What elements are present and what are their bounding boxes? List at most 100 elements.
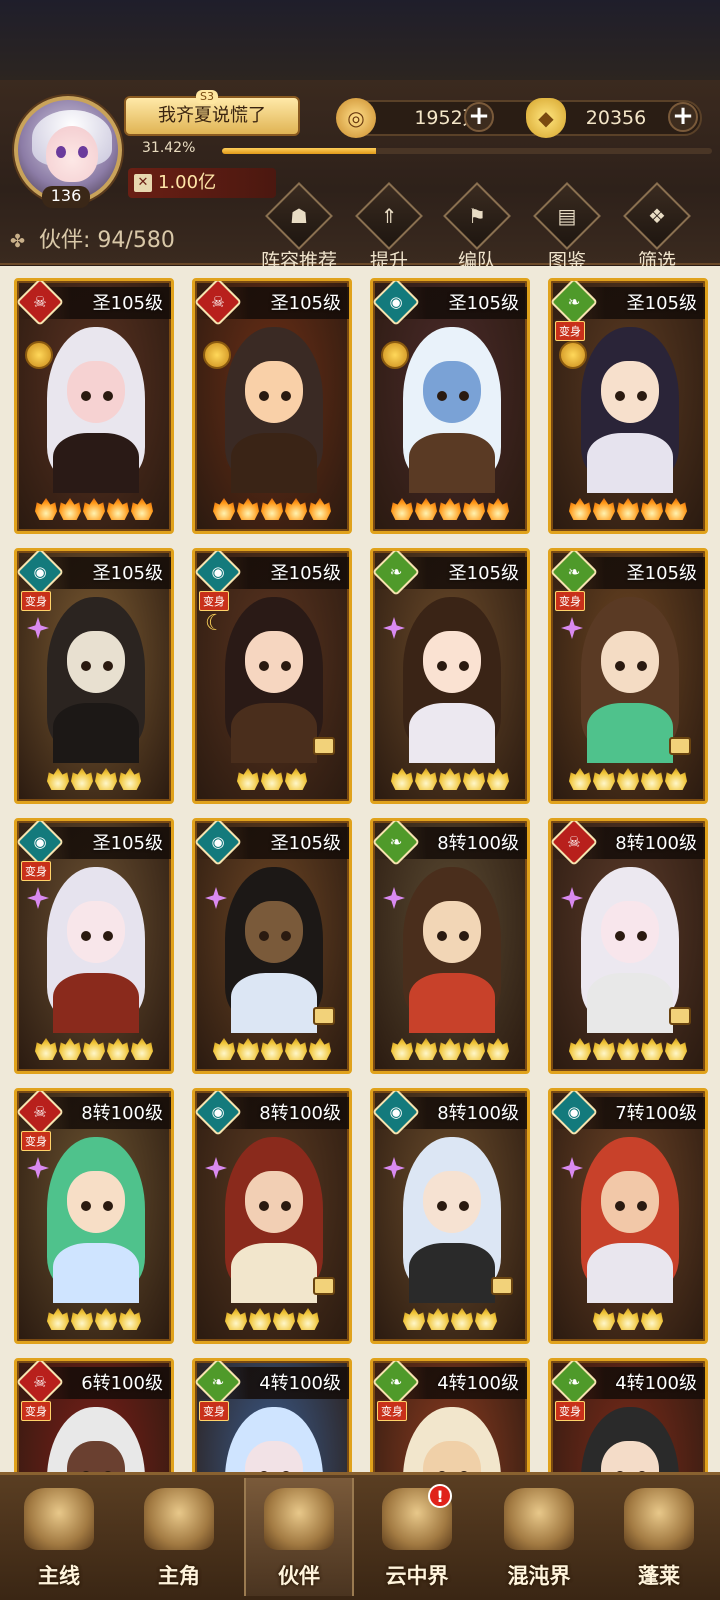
nav-tab-1[interactable]: 主线 (4, 1478, 114, 1596)
flame-icon (95, 1308, 117, 1330)
star-rank-flames (551, 498, 705, 525)
flame-icon (285, 768, 307, 790)
hero-card[interactable]: 8转100级 ❧ (370, 818, 530, 1074)
hero-card[interactable]: 8转100级 ☠ (548, 818, 708, 1074)
coin-icon: ◎ (336, 98, 376, 138)
partners-icon: ✤ (10, 231, 26, 252)
nav-tab-3[interactable]: 伙伴 (244, 1478, 354, 1596)
flame-icon (131, 1038, 153, 1060)
sparkle-star-icon (27, 1157, 49, 1179)
nav-tab-label: 主角 (158, 1564, 200, 1588)
add-coins-button[interactable]: + (464, 102, 494, 132)
flame-icon (569, 498, 591, 520)
flame-icon (487, 1038, 509, 1060)
flame-icon (427, 1308, 449, 1330)
flame-icon (439, 498, 461, 520)
gold-ingot-icon: ◆ (526, 98, 566, 138)
hero-level: 圣105级 (92, 293, 163, 314)
hero-card[interactable]: 圣105级 ❧ 变身 (548, 278, 708, 534)
star-rank-flames (373, 498, 527, 525)
flame-icon (309, 498, 331, 520)
hero-card[interactable]: 圣105级 ☠ (192, 278, 352, 534)
toolbar-button-1[interactable]: ☗ 阵容推荐 (254, 182, 344, 272)
star-rank-flames (17, 1038, 171, 1065)
hero-card[interactable]: 7转100级 ◉ (548, 1088, 708, 1344)
hero-portrait (47, 1137, 145, 1303)
nav-tab-4[interactable]: 云中界! (362, 1478, 472, 1596)
toolbar-button-2[interactable]: ⇑ 提升 (344, 182, 434, 272)
flame-icon (249, 1308, 271, 1330)
ingot-amount: 20356 (585, 107, 647, 129)
exp-percent: 31.42% (142, 140, 196, 156)
season-tag: S3 (196, 90, 218, 104)
sparkle-star-icon (205, 1157, 227, 1179)
hero-portrait (225, 1407, 323, 1472)
player-level: 136 (42, 186, 90, 208)
toolbar-button-4[interactable]: ▤ 图鉴 (522, 182, 612, 272)
flame-icon (593, 1308, 615, 1330)
lineup-recommend-icon: ☗ (265, 182, 333, 250)
flame-icon (309, 1038, 331, 1060)
hero-portrait (581, 327, 679, 493)
partner-grid: 圣105级 ☠ 圣105级 ☠ 圣105级 ◉ 圣105级 ❧ 变身 圣105级 ◉ 变身 圣105级 ◉… (0, 266, 720, 1472)
equip-marker-icon (313, 1007, 335, 1025)
star-rank-flames (195, 768, 349, 795)
nav-tab-5[interactable]: 混沌界 (484, 1478, 594, 1596)
star-rank-flames (373, 768, 527, 795)
hero-card[interactable]: 圣105级 ◉ (192, 818, 352, 1074)
hero-card[interactable]: 圣105级 ◉ 变身 ☾ (192, 548, 352, 804)
toolbar-button-3[interactable]: ⚑ 编队 (432, 182, 522, 272)
hero-level: 圣105级 (626, 563, 697, 584)
hero-card[interactable]: 圣105级 ❧ (370, 548, 530, 804)
hero-portrait (403, 1407, 501, 1472)
hero-card[interactable]: 圣105级 ◉ 变身 (14, 818, 174, 1074)
hero-card[interactable]: 圣105级 ◉ (370, 278, 530, 534)
hero-portrait (581, 1407, 679, 1472)
flame-icon (107, 1038, 129, 1060)
transform-badge: 变身 (21, 861, 51, 881)
star-rank-flames (195, 498, 349, 525)
hero-card[interactable]: 4转100级 ❧ 变身 (192, 1358, 352, 1472)
nav-tab-2[interactable]: 主角 (124, 1478, 234, 1596)
hero-card[interactable]: 4转100级 ❧ 变身 (370, 1358, 530, 1472)
star-rank-flames (195, 1038, 349, 1065)
hero-level: 7转100级 (615, 1103, 697, 1124)
transform-badge: 变身 (199, 1401, 229, 1421)
equip-marker-icon (491, 1277, 513, 1295)
hero-card[interactable]: 圣105级 ☠ (14, 278, 174, 534)
sparkle-star-icon (383, 1157, 405, 1179)
hero-portrait (403, 597, 501, 763)
hero-card[interactable]: 6转100级 ☠ 变身 (14, 1358, 174, 1472)
hero-portrait (47, 1407, 145, 1472)
hero-card[interactable]: 8转100级 ◉ (192, 1088, 352, 1344)
add-ingots-button[interactable]: + (668, 102, 698, 132)
hero-card[interactable]: 8转100级 ☠ 变身 (14, 1088, 174, 1344)
hero-card[interactable]: 圣105级 ❧ 变身 (548, 548, 708, 804)
flame-icon (569, 1038, 591, 1060)
hero-portrait (403, 1137, 501, 1303)
equip-marker-icon (669, 1007, 691, 1025)
flame-icon (439, 768, 461, 790)
flame-icon (593, 768, 615, 790)
hero-card[interactable]: 8转100级 ◉ (370, 1088, 530, 1344)
flame-icon (463, 1038, 485, 1060)
nav-tab-6[interactable]: 蓬莱 (604, 1478, 714, 1596)
flame-icon (59, 498, 81, 520)
flame-icon (439, 1038, 461, 1060)
alert-badge: ! (428, 1484, 452, 1508)
hero-card[interactable]: 圣105级 ◉ 变身 (14, 548, 174, 804)
flame-icon (237, 498, 259, 520)
sparkle-star-icon (383, 617, 405, 639)
avatar-eye (56, 146, 66, 158)
flame-icon (617, 1038, 639, 1060)
hero-level: 8转100级 (437, 1103, 519, 1124)
toolbar-button-5[interactable]: ❖ 筛选 (612, 182, 702, 272)
sparkle-star-icon (383, 887, 405, 909)
flame-icon (297, 1308, 319, 1330)
status-area (0, 0, 720, 80)
star-rank-flames (17, 1308, 171, 1335)
star-rank-flames (551, 768, 705, 795)
hero-card[interactable]: 4转100级 ❧ 变身 (548, 1358, 708, 1472)
partner-icon (264, 1488, 334, 1550)
flame-icon (213, 1038, 235, 1060)
